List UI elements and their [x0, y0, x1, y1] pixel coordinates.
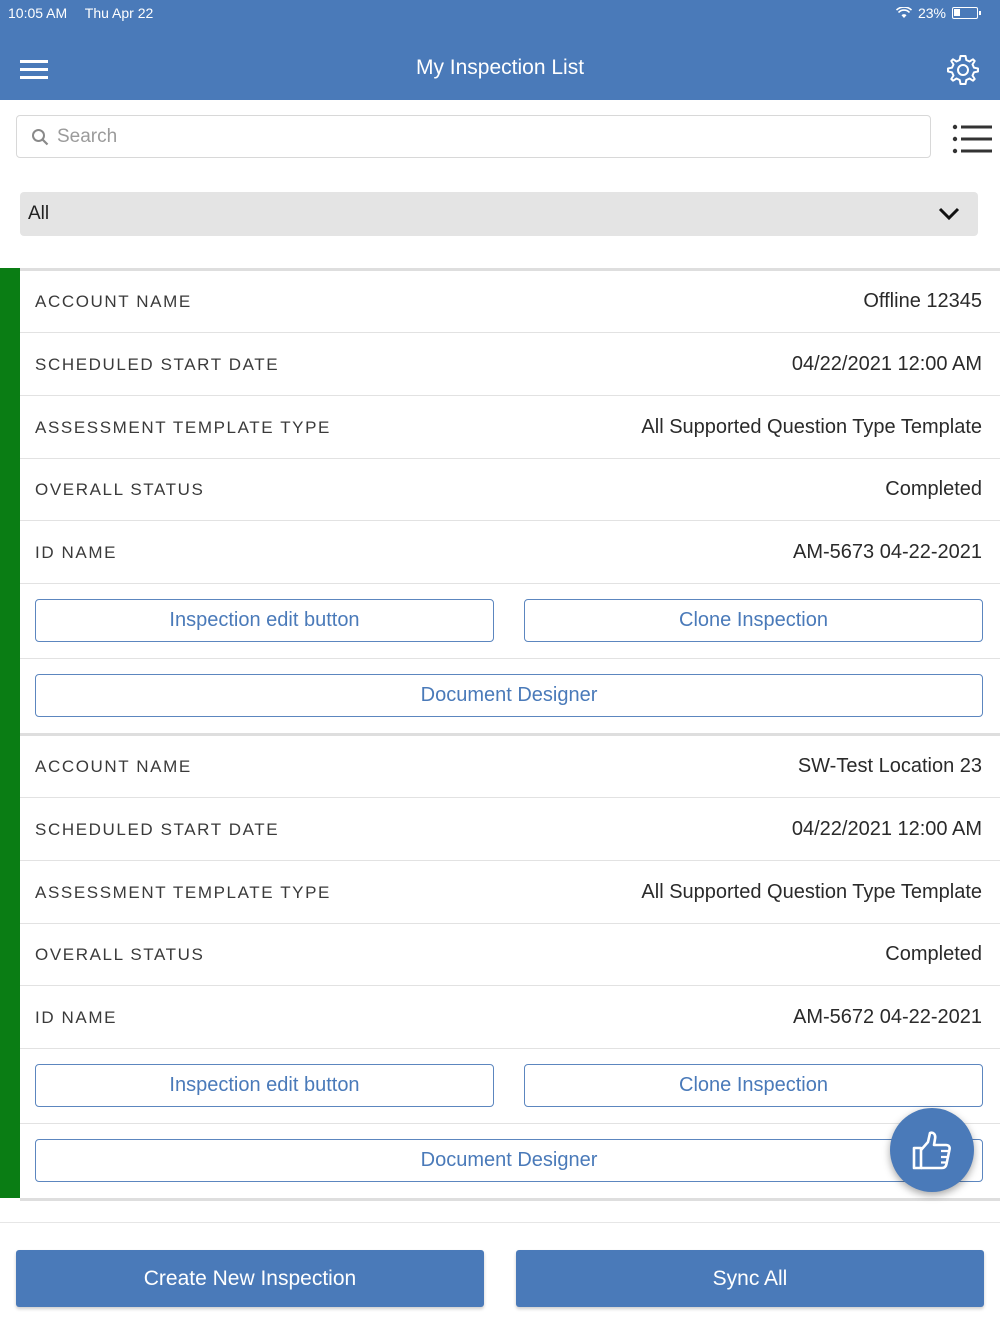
inspection-list[interactable]: ACCOUNT NAME Offline 12345 SCHEDULED STA…: [0, 268, 1000, 1222]
status-time: 10:05 AM: [8, 5, 68, 21]
field-label: ID NAME: [35, 542, 118, 562]
app-header: 10:05 AM Thu Apr 22 23% My Inspection Li…: [0, 0, 1000, 100]
field-row-assessment-template-type: ASSESSMENT TEMPLATE TYPE All Supported Q…: [20, 397, 1000, 459]
status-indicators: 23%: [895, 5, 981, 21]
id-name-value: AM-5673 04-22-2021: [792, 541, 982, 563]
field-row-scheduled-start-date: SCHEDULED START DATE 04/22/2021 12:00 AM: [20, 799, 1000, 861]
footer-bar: Create New Inspection Sync All: [0, 1222, 1000, 1334]
list-end-divider: [20, 1198, 1000, 1201]
status-filter-select[interactable]: All: [20, 192, 978, 236]
account-name-value: SW-Test Location 23: [797, 755, 982, 777]
feedback-button[interactable]: [890, 1108, 974, 1192]
assessment-template-type-value: All Supported Question Type Template: [641, 416, 982, 438]
account-name-value: Offline 12345: [863, 290, 982, 312]
inspection-edit-button[interactable]: Inspection edit button: [35, 1064, 494, 1107]
field-row-account-name: ACCOUNT NAME SW-Test Location 23: [20, 736, 1000, 798]
status-bar: 10:05 AM Thu Apr 22: [8, 5, 167, 21]
scheduled-start-date-value: 04/22/2021 12:00 AM: [791, 818, 982, 840]
field-label: SCHEDULED START DATE: [35, 354, 280, 374]
document-designer-button[interactable]: Document Designer: [35, 674, 983, 717]
field-label: ACCOUNT NAME: [35, 756, 192, 776]
field-row-account-name: ACCOUNT NAME Offline 12345: [20, 271, 1000, 333]
field-row-assessment-template-type: ASSESSMENT TEMPLATE TYPE All Supported Q…: [20, 862, 1000, 924]
inspection-edit-button[interactable]: Inspection edit button: [35, 599, 494, 642]
page-title: My Inspection List: [415, 56, 585, 79]
divider: [20, 1123, 1000, 1124]
field-row-overall-status: OVERALL STATUS Completed: [20, 924, 1000, 986]
field-row-scheduled-start-date: SCHEDULED START DATE 04/22/2021 12:00 AM: [20, 334, 1000, 396]
clone-inspection-button[interactable]: Clone Inspection: [524, 1064, 983, 1107]
field-row-overall-status: OVERALL STATUS Completed: [20, 459, 1000, 521]
field-label: ASSESSMENT TEMPLATE TYPE: [35, 882, 331, 902]
inspection-card: ACCOUNT NAME Offline 12345 SCHEDULED STA…: [0, 268, 1000, 733]
status-date: Thu Apr 22: [84, 5, 154, 21]
field-label: OVERALL STATUS: [35, 479, 205, 499]
gear-icon[interactable]: [946, 53, 980, 87]
chevron-down-icon: [938, 207, 960, 221]
search-icon: [32, 128, 49, 145]
id-name-value: AM-5672 04-22-2021: [792, 1006, 982, 1028]
field-label: SCHEDULED START DATE: [35, 819, 280, 839]
wifi-icon: [895, 7, 912, 18]
inspection-card: ACCOUNT NAME SW-Test Location 23 SCHEDUL…: [0, 733, 1000, 1198]
battery-percent: 23%: [917, 5, 946, 21]
assessment-template-type-value: All Supported Question Type Template: [641, 881, 982, 903]
create-new-inspection-button[interactable]: Create New Inspection: [16, 1250, 484, 1307]
status-accent-bar: [0, 268, 20, 733]
overall-status-value: Completed: [885, 943, 982, 965]
field-label: ID NAME: [35, 1007, 118, 1027]
field-row-id-name: ID NAME AM-5673 04-22-2021: [20, 522, 1000, 584]
thumbs-up-icon: [912, 1131, 951, 1170]
field-label: ACCOUNT NAME: [35, 291, 192, 311]
filter-selected-value: All: [28, 203, 50, 224]
document-designer-button[interactable]: Document Designer: [35, 1139, 983, 1182]
overall-status-value: Completed: [885, 478, 982, 500]
battery-icon: [952, 7, 981, 19]
field-label: OVERALL STATUS: [35, 944, 205, 964]
search-input[interactable]: [57, 125, 907, 148]
field-label: ASSESSMENT TEMPLATE TYPE: [35, 417, 331, 437]
search-bar[interactable]: [16, 115, 931, 158]
scheduled-start-date-value: 04/22/2021 12:00 AM: [791, 353, 982, 375]
field-row-id-name: ID NAME AM-5672 04-22-2021: [20, 987, 1000, 1049]
clone-inspection-button[interactable]: Clone Inspection: [524, 599, 983, 642]
sync-all-button[interactable]: Sync All: [516, 1250, 984, 1307]
list-icon[interactable]: [952, 124, 992, 154]
status-accent-bar: [0, 733, 20, 1198]
divider: [20, 658, 1000, 659]
